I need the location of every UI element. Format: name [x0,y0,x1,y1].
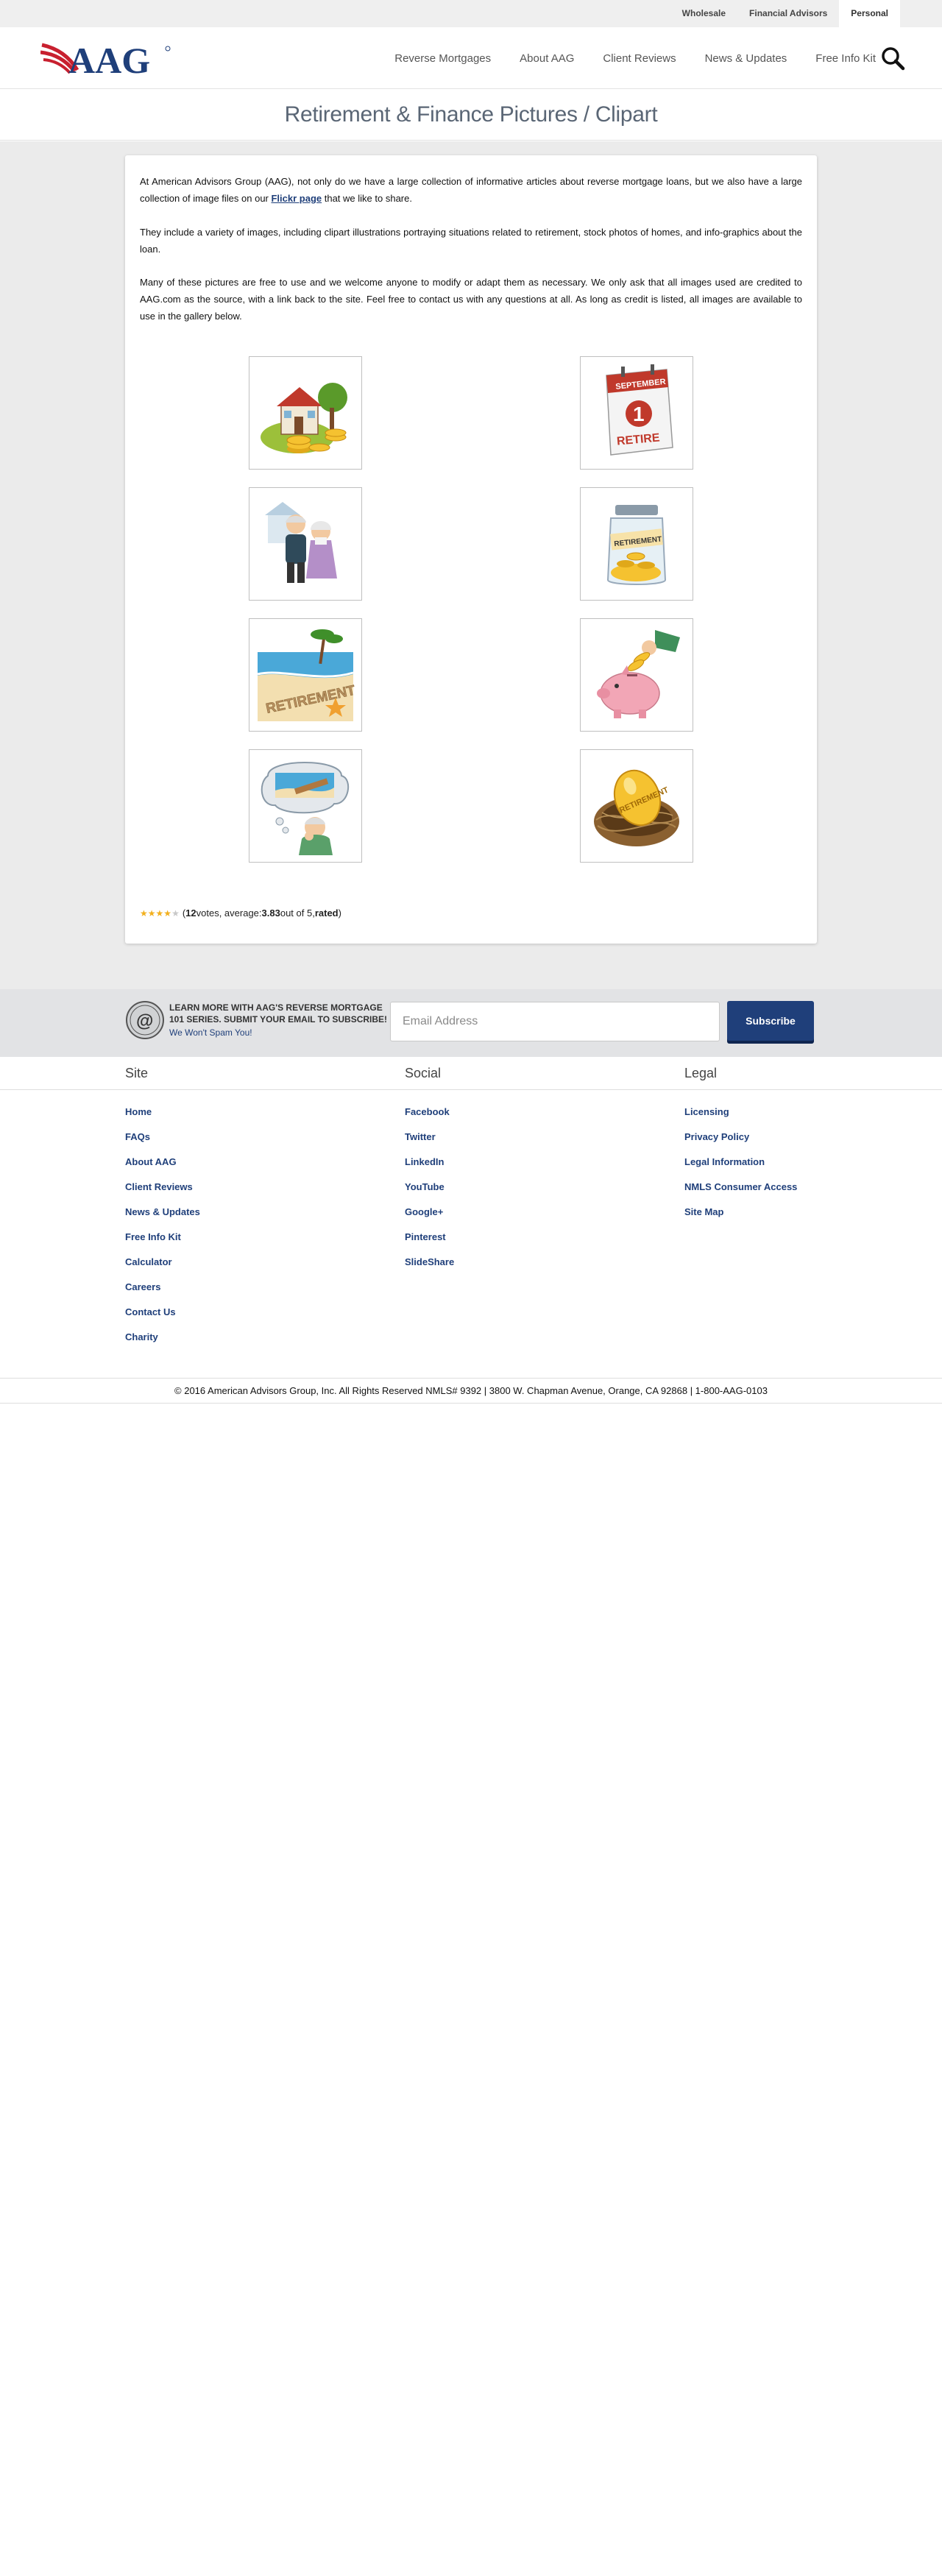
rating-votes-suffix: votes, average: [196,907,262,919]
personal-link[interactable]: Personal [839,0,900,27]
rating-close: ) [338,907,341,919]
gallery-thumb-piggy-bank[interactable] [580,618,693,732]
main-nav: Reverse Mortgages About AAG Client Revie… [366,27,876,89]
footer-link-pinterest[interactable]: Pinterest [405,1231,446,1242]
subscribe-title: LEARN MORE WITH AAG'S REVERSE MORTGAGE 1… [169,1002,388,1025]
footer-legal-column: Legal Licensing Privacy Policy Legal Inf… [684,1066,905,1231]
footer-link-linkedin[interactable]: LinkedIn [405,1156,444,1167]
page-title-band: Retirement & Finance Pictures / Clipart [0,89,942,141]
footer-link-youtube[interactable]: YouTube [405,1181,445,1192]
footer-link-faqs[interactable]: FAQs [125,1131,150,1142]
intro-p1-text: At American Advisors Group (AAG), not on… [140,176,802,204]
copyright-text: © 2016 American Advisors Group, Inc. All… [174,1385,768,1396]
aag-logo[interactable]: AAG [40,38,173,79]
footer-link-client-reviews[interactable]: Client Reviews [125,1181,193,1192]
retire-calendar-image: SEPTEMBER 1 RETIRE [606,364,673,456]
svg-text:@: @ [136,1011,153,1031]
footer-site-column: Site Home FAQs About AAG Client Reviews … [125,1066,346,1356]
nav-client-reviews[interactable]: Client Reviews [603,52,676,65]
footer-link-charity[interactable]: Charity [125,1331,158,1342]
footer-link-calculator[interactable]: Calculator [125,1256,172,1267]
footer-link-site-map[interactable]: Site Map [684,1206,723,1217]
gallery-thumb-elderly-couple[interactable] [249,487,362,601]
retirement-jar-image: RETIREMENT [606,505,667,585]
intro-paragraph-3: Many of these pictures are free to use a… [140,277,802,322]
nest-egg-image: RETIREMENT [594,769,679,846]
footer-link-contact-us[interactable]: Contact Us [125,1306,176,1317]
wholesale-link[interactable]: Wholesale [670,0,737,27]
star-icon[interactable]: ★ [148,908,156,919]
star-icon[interactable]: ★ [156,908,164,919]
gallery-thumb-retirement-jar[interactable]: RETIREMENT [580,487,693,601]
footer-divider-bottom [0,1403,942,1404]
svg-text:AAG: AAG [68,40,150,79]
rating-average: 3.83 [261,907,280,919]
nav-about-aag[interactable]: About AAG [520,52,574,65]
footer-link-slideshare[interactable]: SlideShare [405,1256,454,1267]
star-icon[interactable]: ★ [163,908,171,919]
nav-news-updates[interactable]: News & Updates [705,52,787,65]
rating-out-of: out of 5, [280,907,315,919]
footer-link-news-updates[interactable]: News & Updates [125,1206,200,1217]
footer-social-heading: Social [405,1066,442,1080]
rating-stars[interactable]: ★ ★ ★ ★ ★ [140,908,180,919]
email-input[interactable] [390,1002,720,1041]
nav-free-info-kit[interactable]: Free Info Kit [815,52,876,65]
footer-link-free-info-kit[interactable]: Free Info Kit [125,1231,181,1242]
piggy-bank-image [597,630,680,718]
footer-link-google-plus[interactable]: Google+ [405,1206,443,1217]
footer-link-legal-information[interactable]: Legal Information [684,1156,765,1167]
footer-link-privacy-policy[interactable]: Privacy Policy [684,1131,749,1142]
star-icon[interactable]: ★ [171,908,180,919]
footer-link-home[interactable]: Home [125,1106,152,1117]
footer-link-twitter[interactable]: Twitter [405,1131,436,1142]
beach-retirement-image: RETIREMENT [257,629,357,721]
page-title: Retirement & Finance Pictures / Clipart [284,102,658,127]
subscribe-band: @ LEARN MORE WITH AAG'S REVERSE MORTGAGE… [0,989,942,1057]
financial-advisors-link[interactable]: Financial Advisors [737,0,839,27]
audience-links: Wholesale Financial Advisors Personal [670,0,900,27]
gallery-thumb-house-coins[interactable] [249,356,362,470]
flickr-page-link[interactable]: Flickr page [271,193,322,204]
footer-site-heading: Site [125,1066,149,1080]
house-coins-image [261,383,347,453]
rating-votes: 12 [185,907,196,919]
star-icon[interactable]: ★ [140,908,148,919]
top-utility-bar: Wholesale Financial Advisors Personal [0,0,942,27]
footer-social-column: Social Facebook Twitter LinkedIn YouTube… [405,1066,626,1281]
aag-logo-graphic: AAG [40,40,171,79]
rating-rated: rated [314,907,339,919]
intro-paragraph-2: They include a variety of images, includ… [140,227,802,255]
intro-paragraph-1: At American Advisors Group (AAG), not on… [140,173,802,207]
svg-text:1: 1 [633,403,645,425]
elderly-couple-image [265,502,337,583]
gallery-thumb-beach-retirement[interactable]: RETIREMENT [249,618,362,732]
intro-p1-tail: that we like to share. [322,193,412,204]
footer-legal-heading: Legal [684,1066,718,1080]
footer-link-careers[interactable]: Careers [125,1281,160,1292]
content-card: At American Advisors Group (AAG), not on… [125,155,817,944]
footer-link-licensing[interactable]: Licensing [684,1106,729,1117]
subscribe-spam-note: We Won't Spam You! [169,1027,252,1038]
email-at-icon: @ [125,1000,165,1040]
footer-link-about-aag[interactable]: About AAG [125,1156,177,1167]
gallery-thumb-thinking-man[interactable] [249,749,362,863]
footer-link-facebook[interactable]: Facebook [405,1106,450,1117]
search-icon[interactable] [880,46,905,71]
rating-widget: ★ ★ ★ ★ ★ (12 votes, average: 3.83 out o… [140,907,341,919]
gallery-thumb-nest-egg[interactable]: RETIREMENT [580,749,693,863]
thinking-man-image [261,762,349,855]
gallery-thumb-retire-calendar[interactable]: SEPTEMBER 1 RETIRE [580,356,693,470]
nav-reverse-mortgages[interactable]: Reverse Mortgages [394,52,491,65]
subscribe-button[interactable]: Subscribe [727,1001,814,1041]
footer-link-nmls-consumer-access[interactable]: NMLS Consumer Access [684,1181,797,1192]
site-header: AAG Reverse Mortgages About AAG Client R… [0,27,942,89]
